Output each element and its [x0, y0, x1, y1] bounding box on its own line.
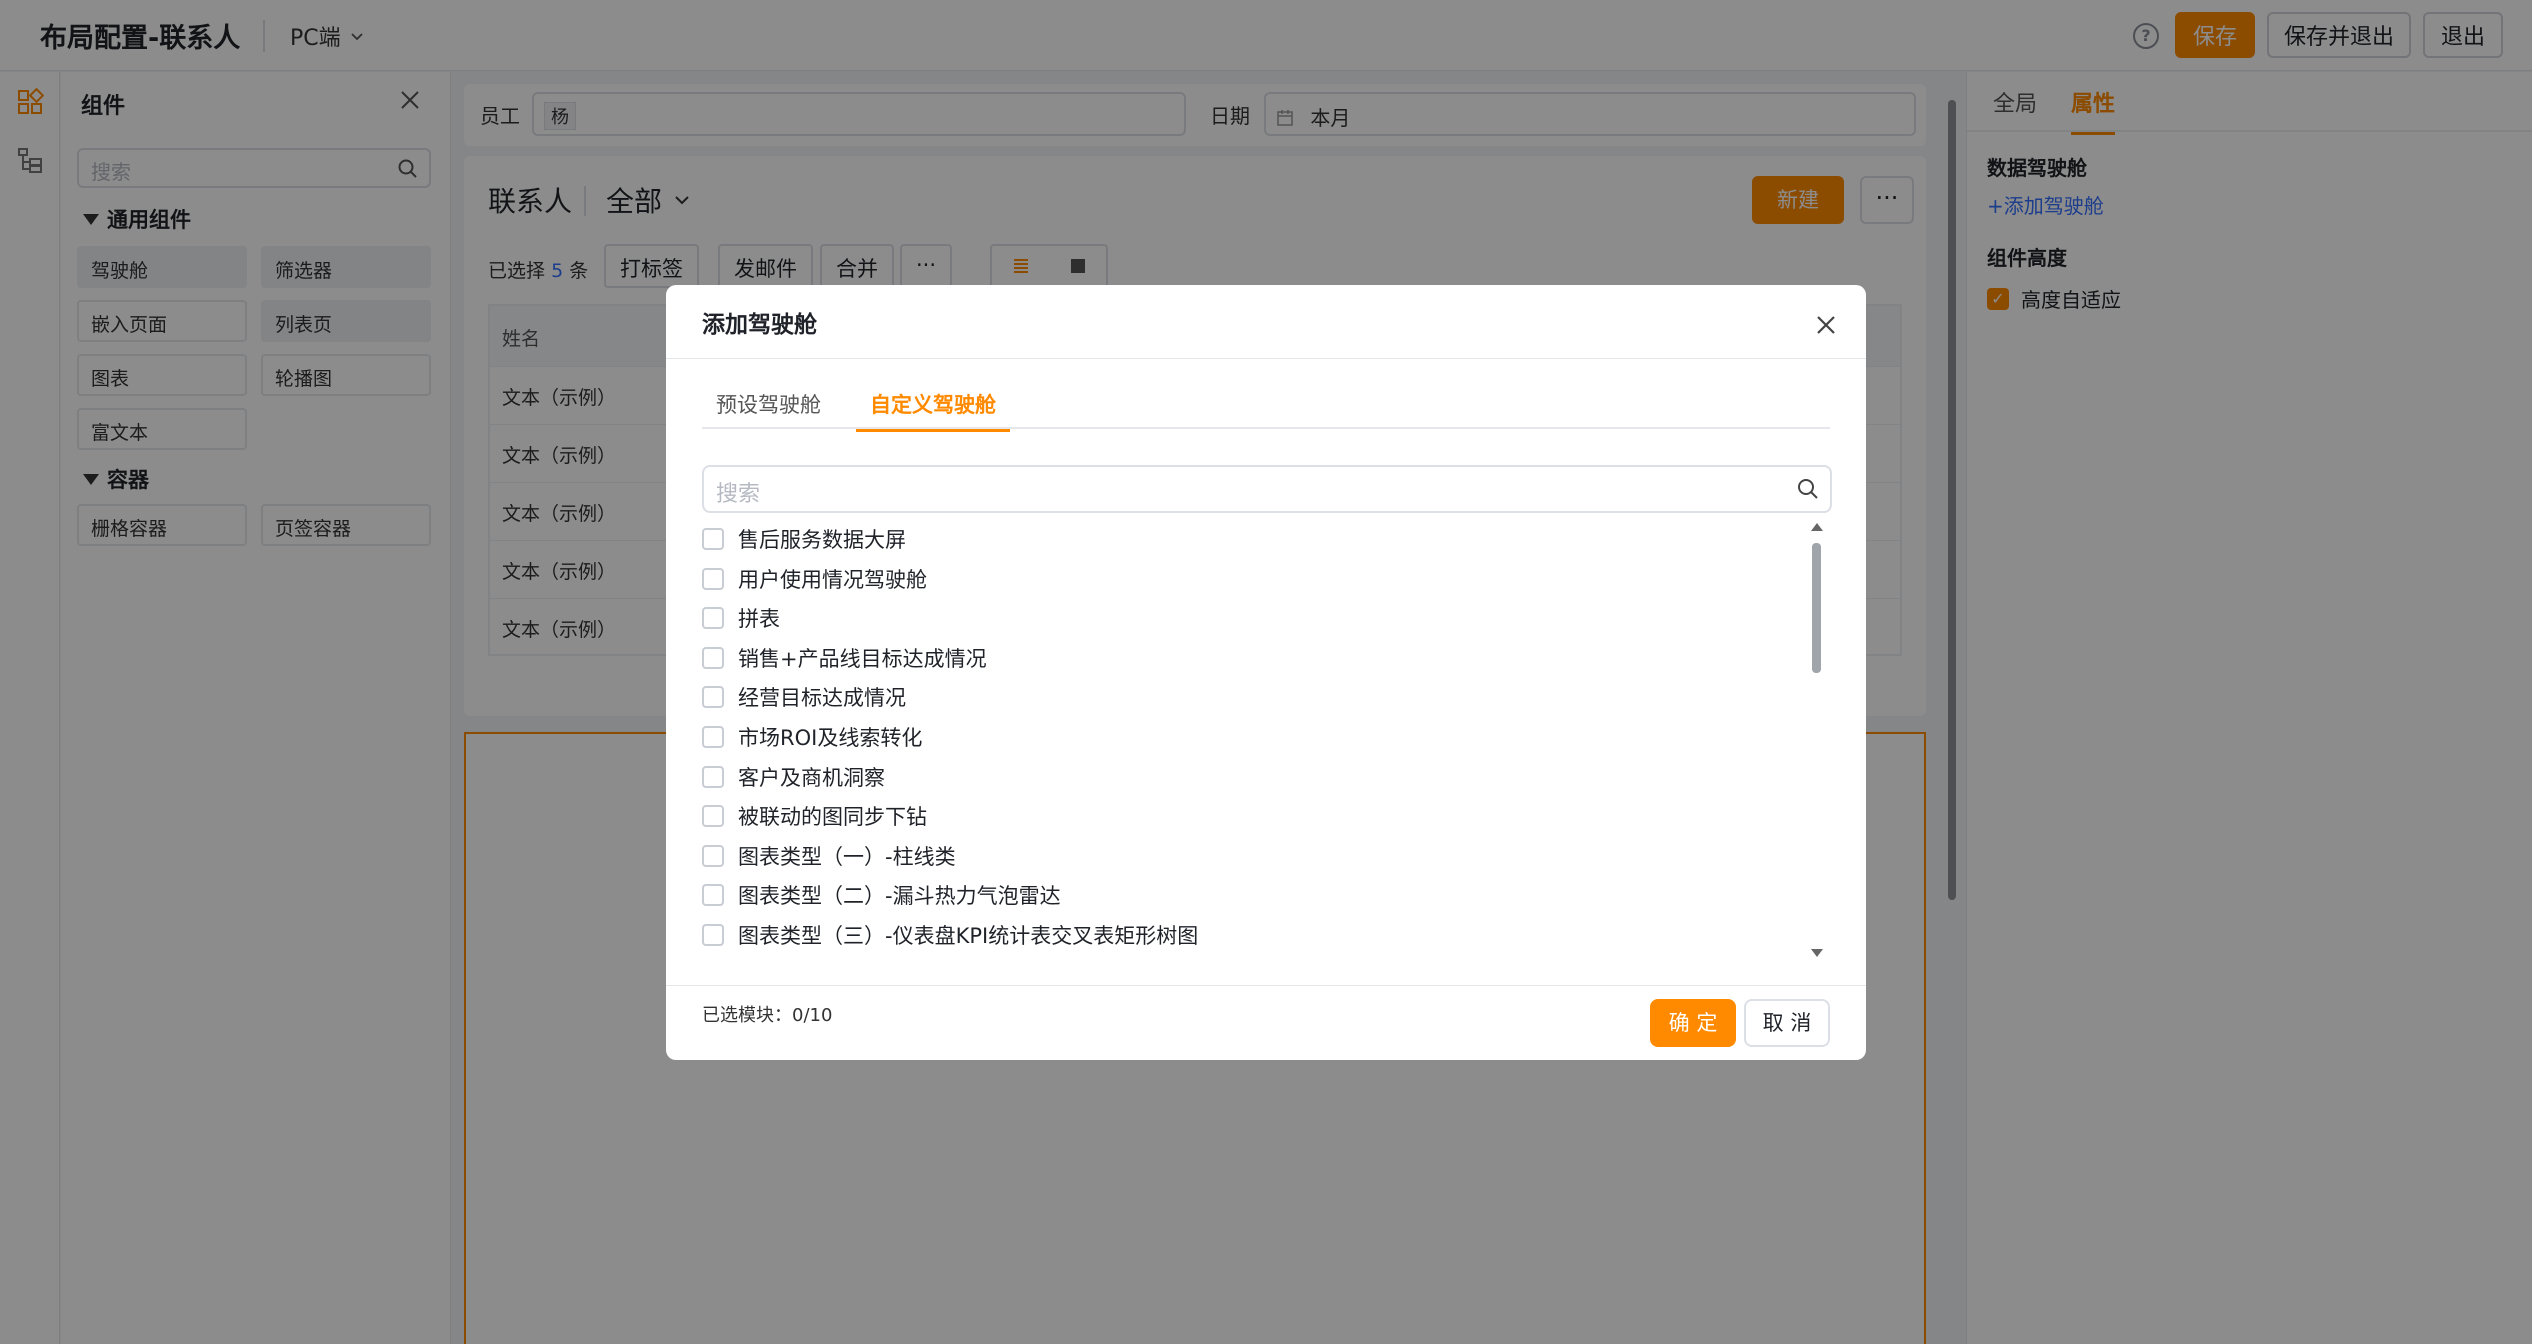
cockpit-option[interactable]: 市场ROI及线索转化	[702, 717, 922, 757]
checkbox[interactable]	[702, 647, 724, 669]
cockpit-option[interactable]: 被联动的图同步下钻	[702, 796, 927, 836]
tab-preset-cockpit[interactable]: 预设驾驶舱	[702, 389, 835, 429]
checkbox[interactable]	[702, 726, 724, 748]
cancel-button[interactable]: 取 消	[1744, 999, 1830, 1047]
cockpit-option-label: 图表类型（一）-柱线类	[738, 845, 956, 869]
cockpit-option-label: 销售+产品线目标达成情况	[738, 647, 987, 671]
cockpit-option-label: 经营目标达成情况	[738, 686, 906, 710]
close-icon[interactable]	[1812, 311, 1840, 339]
selected-module-count: 已选模块：0/10	[702, 1005, 833, 1026]
cockpit-option[interactable]: 图表类型（三）-仪表盘KPI统计表交叉表矩形树图	[702, 915, 1198, 955]
scrollbar-thumb[interactable]	[1812, 543, 1821, 673]
dialog-header-divider	[666, 358, 1866, 359]
scroll-down-arrow-icon[interactable]	[1811, 949, 1823, 957]
scroll-up-arrow-icon[interactable]	[1811, 523, 1823, 531]
dialog-tabs: 预设驾驶舱 自定义驾驶舱	[702, 389, 1830, 432]
add-cockpit-dialog: 添加驾驶舱 预设驾驶舱 自定义驾驶舱 搜索 售后服务数据大屏 用户使用情况驾驶舱…	[666, 285, 1866, 1060]
cockpit-option-label: 市场ROI及线索转化	[738, 726, 923, 750]
checkbox[interactable]	[702, 884, 724, 906]
cockpit-option-label: 用户使用情况驾驶舱	[738, 568, 927, 592]
cockpit-option[interactable]: 售后服务数据大屏	[702, 519, 906, 559]
checkbox[interactable]	[702, 805, 724, 827]
checkbox[interactable]	[702, 924, 724, 946]
confirm-button[interactable]: 确 定	[1650, 999, 1736, 1047]
cockpit-list: 售后服务数据大屏 用户使用情况驾驶舱 拼表 销售+产品线目标达成情况 经营目标达…	[702, 519, 1802, 965]
cockpit-option[interactable]: 拼表	[702, 598, 780, 638]
cockpit-option[interactable]: 图表类型（一）-柱线类	[702, 836, 956, 876]
checkbox[interactable]	[702, 686, 724, 708]
cockpit-option-label: 售后服务数据大屏	[738, 528, 906, 552]
dialog-search-input[interactable]: 搜索	[702, 465, 1832, 513]
cockpit-option[interactable]: 销售+产品线目标达成情况	[702, 638, 987, 678]
tab-custom-cockpit[interactable]: 自定义驾驶舱	[856, 389, 1010, 432]
cockpit-option[interactable]: 经营目标达成情况	[702, 677, 906, 717]
cockpit-option-label: 拼表	[738, 607, 780, 631]
checkbox[interactable]	[702, 568, 724, 590]
cockpit-list-scrollbar[interactable]	[1810, 523, 1824, 957]
checkbox[interactable]	[702, 845, 724, 867]
dialog-title: 添加驾驶舱	[702, 312, 817, 338]
cockpit-option-label: 客户及商机洞察	[738, 766, 885, 790]
cockpit-option[interactable]: 客户及商机洞察	[702, 757, 885, 797]
cockpit-option-label: 图表类型（二）-漏斗热力气泡雷达	[738, 884, 1061, 908]
search-icon	[1798, 479, 1818, 499]
cockpit-option-label: 图表类型（三）-仪表盘KPI统计表交叉表矩形树图	[738, 924, 1199, 948]
cockpit-option-label: 被联动的图同步下钻	[738, 805, 927, 829]
cockpit-option[interactable]: 图表类型（二）-漏斗热力气泡雷达	[702, 875, 1061, 915]
checkbox[interactable]	[702, 766, 724, 788]
cockpit-option[interactable]: 用户使用情况驾驶舱	[702, 559, 927, 599]
dialog-search-placeholder: 搜索	[716, 482, 761, 507]
checkbox[interactable]	[702, 528, 724, 550]
dialog-footer-divider	[666, 985, 1866, 986]
checkbox[interactable]	[702, 607, 724, 629]
